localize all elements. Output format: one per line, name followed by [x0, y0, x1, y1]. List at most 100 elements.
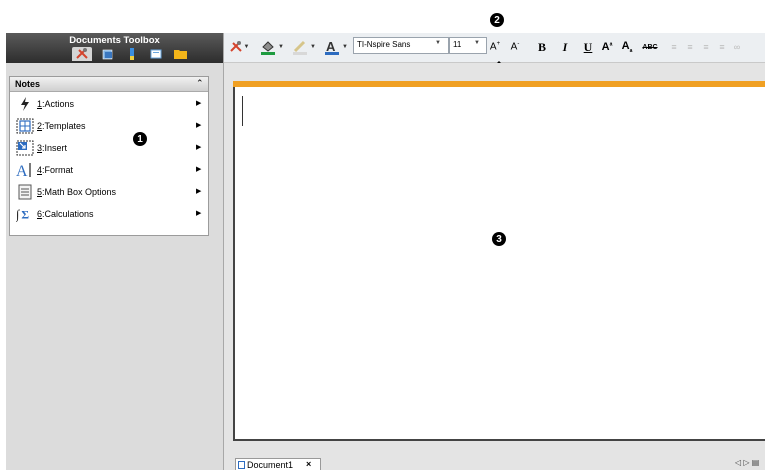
document-tab[interactable]	[98, 47, 118, 61]
menu-item-insert[interactable]: 3:Insert ▶	[10, 137, 208, 159]
chevron-down-icon: ▼	[278, 44, 284, 50]
page-icon	[238, 461, 245, 469]
link-button[interactable]: ∞	[731, 37, 743, 57]
highlight-color-button[interactable]: ▼	[289, 37, 319, 57]
library-icon	[150, 49, 162, 59]
italic-icon: I	[562, 39, 568, 54]
svg-text:∫: ∫	[16, 208, 20, 223]
decrease-font-size-button[interactable]: A-	[507, 37, 523, 57]
menu-item-label: :Math Box Options	[42, 187, 117, 197]
highlighter-icon	[293, 40, 308, 55]
decrease-font-icon: A-	[510, 41, 520, 53]
content-explorer-tab[interactable]	[170, 47, 190, 61]
notes-panel: Notes ⌃ 1:Actions ▶ 2:Templates ▶ 3:Inse…	[9, 76, 209, 236]
menu-item-calculations[interactable]: ∫ Σ 6:Calculations ▶	[10, 203, 208, 225]
collapse-icon[interactable]: ⌃	[196, 78, 204, 89]
font-size-select[interactable]: 11 ▼	[449, 37, 487, 54]
math-box-icon	[16, 183, 34, 201]
bold-icon: B	[537, 39, 546, 54]
callout-2: 2	[490, 13, 504, 27]
align-center-button[interactable]: ≡	[684, 37, 696, 57]
chevron-down-icon: ▼	[342, 44, 348, 50]
increase-font-icon: A+	[489, 41, 501, 53]
chevron-down-icon: ▼	[435, 40, 441, 46]
text-color-button[interactable]: A ▼	[321, 37, 351, 57]
justify-icon: ≡	[719, 42, 725, 52]
menu-item-label: :Insert	[42, 143, 68, 153]
menu-item-label: :Actions	[42, 99, 75, 109]
justify-button[interactable]: ≡	[716, 37, 728, 57]
library-tab[interactable]	[146, 47, 166, 61]
callout-1: 1	[133, 132, 147, 146]
svg-text:Σ: Σ	[21, 209, 29, 222]
align-right-button[interactable]: ≡	[700, 37, 712, 57]
superscript-button[interactable]: Aa	[599, 37, 615, 57]
menu-item-label: :Calculations	[42, 209, 94, 219]
tools-icon	[76, 48, 88, 59]
strikethrough-icon: ABC	[642, 43, 658, 51]
tools-tab[interactable]	[72, 47, 92, 61]
tools-menu-button[interactable]: ▼	[227, 37, 251, 57]
strikethrough-button[interactable]: ABC	[639, 37, 661, 57]
menu-item-templates[interactable]: 2:Templates ▶	[10, 115, 208, 137]
documents-toolbox: Documents Toolbox Notes ⌃ 1:Actions ▶ 2:…	[6, 33, 224, 470]
font-name-value: TI-Nspire Sans	[357, 40, 411, 49]
submenu-arrow-icon: ▶	[196, 166, 202, 173]
templates-icon	[16, 117, 34, 135]
variables-tab[interactable]	[122, 47, 142, 61]
fill-color-button[interactable]: ▼	[257, 37, 287, 57]
text-cursor	[242, 96, 243, 126]
toolbox-header: Documents Toolbox	[6, 33, 223, 63]
underline-icon: U	[583, 39, 593, 54]
document-icon	[102, 49, 113, 60]
submenu-arrow-icon: ▶	[196, 188, 202, 195]
close-icon[interactable]: ×	[306, 459, 311, 469]
paint-bucket-icon	[261, 41, 276, 55]
menu-item-format[interactable]: A 4:Format ▶	[10, 159, 208, 181]
italic-button[interactable]: I	[557, 37, 573, 57]
format-icon: A	[16, 161, 34, 179]
folder-icon	[173, 50, 187, 59]
align-left-icon: ≡	[671, 42, 677, 52]
submenu-arrow-icon: ▶	[196, 210, 202, 217]
format-toolbar: ▼ ▼ ▼ A ▼ TI-Nspire Sans ▼ 11 ▼ A+ A- B …	[224, 33, 765, 63]
menu-item-label: :Format	[42, 165, 74, 175]
ruler-icon	[130, 48, 134, 60]
submenu-arrow-icon: ▶	[196, 122, 202, 129]
notes-panel-header[interactable]: Notes ⌃	[10, 77, 208, 92]
chevron-down-icon: ▼	[243, 44, 250, 50]
chevron-down-icon: ▼	[310, 44, 316, 50]
font-name-select[interactable]: TI-Nspire Sans ▼	[353, 37, 449, 54]
tools-icon	[229, 41, 242, 52]
bold-button[interactable]: B	[534, 37, 550, 57]
submenu-arrow-icon: ▶	[196, 100, 202, 107]
superscript-icon: Aa	[601, 41, 613, 53]
align-right-icon: ≡	[703, 42, 709, 52]
submenu-arrow-icon: ▶	[196, 144, 202, 151]
underline-button[interactable]: U	[580, 37, 596, 57]
svg-text:A: A	[326, 39, 336, 54]
callout-3: 3	[492, 232, 506, 246]
subscript-button[interactable]: Aa	[619, 37, 635, 57]
toolbox-title: Documents Toolbox	[69, 35, 160, 46]
insert-icon	[16, 139, 34, 157]
lightning-icon	[16, 95, 34, 113]
menu-item-math-box-options[interactable]: 5:Math Box Options ▶	[10, 181, 208, 203]
align-left-button[interactable]: ≡	[668, 37, 680, 57]
align-center-icon: ≡	[687, 42, 693, 52]
font-size-value: 11	[453, 40, 462, 49]
notes-page[interactable]	[233, 87, 765, 441]
document-tab[interactable]: Document1 ×	[235, 458, 321, 470]
document-tab-label: Document1	[247, 460, 294, 470]
text-color-icon: A	[325, 39, 340, 55]
menu-item-label: :Templates	[42, 121, 86, 131]
calculations-icon: ∫ Σ	[16, 205, 34, 223]
chevron-down-icon: ▼	[474, 40, 480, 46]
svg-text:A: A	[16, 163, 28, 178]
link-icon: ∞	[733, 42, 741, 52]
page-navigation[interactable]: ◁ ▷ ▤	[735, 458, 759, 467]
increase-font-size-button[interactable]: A+	[487, 37, 503, 57]
menu-item-actions[interactable]: 1:Actions ▶	[10, 93, 208, 115]
notes-panel-title: Notes	[15, 79, 41, 89]
subscript-icon: Aa	[621, 39, 633, 55]
